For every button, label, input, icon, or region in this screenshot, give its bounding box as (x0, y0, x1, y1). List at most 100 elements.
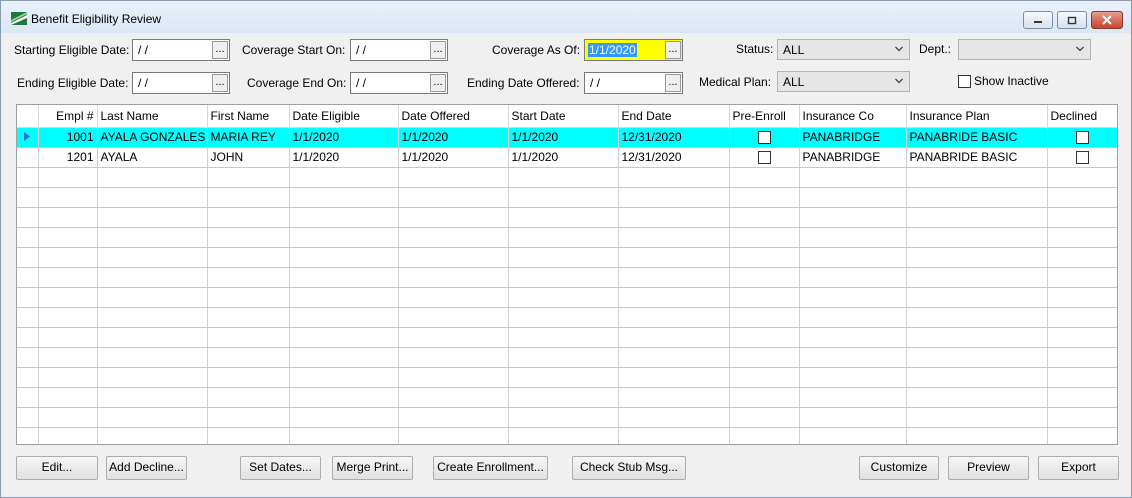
coverage-start-on-picker-button[interactable]: ... (430, 41, 446, 59)
col-header-date-eligible[interactable]: Date Eligible (289, 105, 399, 128)
starting-eligible-date-picker-button[interactable]: ... (212, 41, 228, 59)
cell-first-name[interactable]: MARIA REY (207, 127, 290, 148)
coverage-end-on-value[interactable]: / / (356, 76, 366, 90)
empty-row (17, 347, 1117, 368)
pre-enroll-checkbox[interactable] (757, 131, 771, 145)
create-enrollment-button[interactable]: Create Enrollment... (433, 456, 548, 480)
starting-eligible-date-value[interactable]: / / (138, 43, 148, 57)
cell-pre-enroll (729, 147, 800, 168)
chevron-down-icon (895, 46, 903, 52)
eligibility-grid: Empl # Last Name First Name Date Eligibl… (16, 104, 1118, 445)
pre-enroll-checkbox[interactable] (757, 151, 771, 165)
coverage-start-on-value[interactable]: / / (356, 43, 366, 57)
coverage-end-on-field[interactable]: / / ... (350, 72, 448, 94)
cell-insurance-plan[interactable]: PANABRIDE BASIC (906, 147, 1048, 168)
cell-empl[interactable]: 1001 (38, 127, 98, 148)
cell-declined (1047, 147, 1117, 168)
col-header-insurance-plan[interactable]: Insurance Plan (906, 105, 1048, 128)
coverage-start-on-label: Coverage Start On: (242, 43, 346, 57)
grid-body: 1001 AYALA GONZALES MARIA REY 1/1/2020 1… (17, 127, 1117, 444)
cell-first-name[interactable]: JOHN (207, 147, 290, 168)
col-header-start-date[interactable]: Start Date (508, 105, 619, 128)
medical-plan-label: Medical Plan: (699, 75, 772, 89)
cell-empl[interactable]: 1201 (38, 147, 98, 168)
table-row[interactable]: 1201 AYALA JOHN 1/1/2020 1/1/2020 1/1/20… (17, 147, 1117, 168)
title-bar: Benefit Eligibility Review (1, 1, 1131, 33)
cell-date-offered[interactable]: 1/1/2020 (398, 127, 509, 148)
show-inactive-checkbox[interactable] (958, 75, 971, 88)
empty-row (17, 407, 1117, 428)
col-header-empl[interactable]: Empl # (38, 105, 98, 128)
medical-plan-value: ALL (783, 75, 805, 89)
cell-insurance-plan[interactable]: PANABRIDE BASIC (906, 127, 1048, 148)
cell-last-name[interactable]: AYALA GONZALES (97, 127, 208, 148)
starting-eligible-date-label: Starting Eligible Date: (14, 43, 130, 57)
col-header-pre-enroll[interactable]: Pre-Enroll (729, 105, 800, 128)
empty-row (17, 367, 1117, 388)
ending-eligible-date-value[interactable]: / / (138, 76, 148, 90)
minimize-button[interactable] (1023, 11, 1053, 29)
coverage-start-on-field[interactable]: / / ... (350, 39, 448, 61)
dept-select[interactable] (958, 39, 1091, 60)
status-select[interactable]: ALL (777, 39, 910, 60)
col-header-insurance-co[interactable]: Insurance Co (799, 105, 907, 128)
dept-label: Dept.: (919, 42, 952, 56)
coverage-as-of-value[interactable]: 1/1/2020 (588, 43, 637, 57)
ending-eligible-date-picker-button[interactable]: ... (212, 74, 228, 92)
cell-start-date[interactable]: 1/1/2020 (508, 147, 619, 168)
table-row[interactable]: 1001 AYALA GONZALES MARIA REY 1/1/2020 1… (17, 127, 1117, 148)
declined-checkbox[interactable] (1076, 151, 1089, 165)
show-inactive-label: Show Inactive (974, 74, 1049, 88)
col-header-last-name[interactable]: Last Name (97, 105, 208, 128)
export-button[interactable]: Export (1038, 456, 1119, 480)
customize-button[interactable]: Customize (859, 456, 939, 480)
coverage-end-on-label: Coverage End On: (247, 76, 347, 90)
ending-date-offered-value[interactable]: / / (590, 76, 600, 90)
app-icon (11, 12, 27, 25)
empty-row (17, 167, 1117, 188)
cell-insurance-co[interactable]: PANABRIDGE (799, 127, 907, 148)
ending-date-offered-field[interactable]: / / ... (584, 72, 683, 94)
close-icon (1102, 15, 1112, 25)
medical-plan-select[interactable]: ALL (777, 71, 910, 92)
ending-date-offered-picker-button[interactable]: ... (665, 74, 681, 92)
ending-eligible-date-field[interactable]: / / ... (132, 72, 230, 94)
edit-button[interactable]: Edit... (16, 456, 98, 480)
cell-end-date[interactable]: 12/31/2020 (618, 127, 730, 148)
restore-button[interactable] (1057, 11, 1087, 29)
row-indicator-header (17, 105, 39, 128)
merge-print-button[interactable]: Merge Print... (332, 456, 413, 480)
ending-date-offered-label: Ending Date Offered: (467, 76, 580, 90)
close-button[interactable] (1091, 11, 1123, 29)
window-title: Benefit Eligibility Review (31, 12, 162, 26)
coverage-as-of-label: Coverage As Of: (492, 43, 581, 57)
starting-eligible-date-field[interactable]: / / ... (132, 39, 230, 61)
col-header-declined[interactable]: Declined (1047, 105, 1117, 128)
declined-checkbox[interactable] (1076, 131, 1089, 145)
cell-date-eligible[interactable]: 1/1/2020 (289, 127, 399, 148)
empty-row (17, 267, 1117, 288)
add-decline-button[interactable]: Add Decline... (106, 456, 187, 480)
set-dates-button[interactable]: Set Dates... (240, 456, 321, 480)
empty-row (17, 307, 1117, 328)
cell-date-eligible[interactable]: 1/1/2020 (289, 147, 399, 168)
empty-row (17, 247, 1117, 268)
check-stub-msg-button[interactable]: Check Stub Msg... (572, 456, 686, 480)
empty-row (17, 187, 1117, 208)
cell-start-date[interactable]: 1/1/2020 (508, 127, 619, 148)
empty-row (17, 287, 1117, 308)
col-header-end-date[interactable]: End Date (618, 105, 730, 128)
ending-eligible-date-label: Ending Eligible Date: (17, 76, 129, 90)
coverage-as-of-field[interactable]: 1/1/2020 ... (584, 39, 683, 61)
coverage-end-on-picker-button[interactable]: ... (430, 74, 446, 92)
preview-button[interactable]: Preview (948, 456, 1029, 480)
cell-pre-enroll (729, 127, 800, 148)
cell-last-name[interactable]: AYALA (97, 147, 208, 168)
cell-end-date[interactable]: 12/31/2020 (618, 147, 730, 168)
cell-date-offered[interactable]: 1/1/2020 (398, 147, 509, 168)
col-header-first-name[interactable]: First Name (207, 105, 290, 128)
coverage-as-of-picker-button[interactable]: ... (665, 41, 681, 59)
cell-insurance-co[interactable]: PANABRIDGE (799, 147, 907, 168)
row-pointer-icon (24, 132, 31, 141)
col-header-date-offered[interactable]: Date Offered (398, 105, 509, 128)
